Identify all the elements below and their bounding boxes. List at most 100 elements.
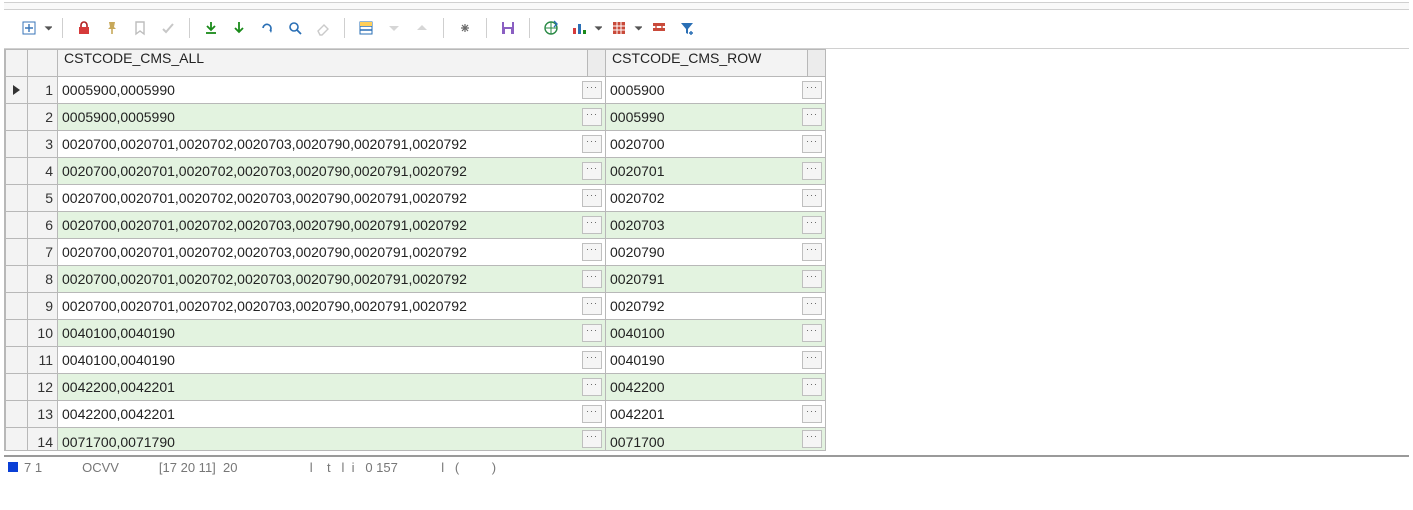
row-number[interactable]: 1 xyxy=(28,77,58,104)
row-number[interactable]: 9 xyxy=(28,293,58,320)
cell-row[interactable]: 0040100··· xyxy=(606,320,826,347)
cell-editor-button[interactable]: ··· xyxy=(582,351,602,369)
row-number[interactable]: 10 xyxy=(28,320,58,347)
cell-editor-button[interactable]: ··· xyxy=(802,216,822,234)
sort-handle[interactable] xyxy=(807,50,825,76)
cell-editor-button[interactable]: ··· xyxy=(582,108,602,126)
row-indicator[interactable] xyxy=(6,104,28,131)
cell-editor-button[interactable]: ··· xyxy=(802,430,822,448)
cell-editor-button[interactable]: ··· xyxy=(582,430,602,448)
table-row[interactable]: 50020700,0020701,0020702,0020703,0020790… xyxy=(6,185,826,212)
cell-editor-button[interactable]: ··· xyxy=(582,324,602,342)
cell-all[interactable]: 0071700,0071790··· xyxy=(58,428,606,451)
table-row[interactable]: 90020700,0020701,0020702,0020703,0020790… xyxy=(6,293,826,320)
row-indicator[interactable] xyxy=(6,266,28,293)
cell-all[interactable]: 0040100,0040190··· xyxy=(58,347,606,374)
pin-button[interactable] xyxy=(99,16,125,40)
export-button[interactable] xyxy=(538,16,564,40)
row-number[interactable]: 7 xyxy=(28,239,58,266)
row-indicator[interactable] xyxy=(6,401,28,428)
cell-editor-button[interactable]: ··· xyxy=(582,297,602,315)
table-row[interactable]: 100040100,0040190···0040100··· xyxy=(6,320,826,347)
cell-all[interactable]: 0020700,0020701,0020702,0020703,0020790,… xyxy=(58,158,606,185)
cell-all[interactable]: 0020700,0020701,0020702,0020703,0020790,… xyxy=(58,239,606,266)
cell-editor-button[interactable]: ··· xyxy=(582,162,602,180)
table-row[interactable]: 60020700,0020701,0020702,0020703,0020790… xyxy=(6,212,826,239)
row-indicator[interactable] xyxy=(6,185,28,212)
cell-row[interactable]: 0042200··· xyxy=(606,374,826,401)
chart-button[interactable] xyxy=(566,16,592,40)
cell-editor-button[interactable]: ··· xyxy=(802,297,822,315)
dropdown-caret-icon[interactable] xyxy=(632,20,642,36)
cell-all[interactable]: 0005900,0005990··· xyxy=(58,104,606,131)
row-number[interactable]: 2 xyxy=(28,104,58,131)
cell-editor-button[interactable]: ··· xyxy=(582,135,602,153)
table-row[interactable]: 120042200,0042201···0042200··· xyxy=(6,374,826,401)
row-number[interactable]: 4 xyxy=(28,158,58,185)
table-row[interactable]: 80020700,0020701,0020702,0020703,0020790… xyxy=(6,266,826,293)
fetch-page-button[interactable] xyxy=(226,16,252,40)
down-button[interactable] xyxy=(381,16,407,40)
lock-button[interactable] xyxy=(71,16,97,40)
bookmark-button[interactable] xyxy=(127,16,153,40)
cell-all[interactable]: 0040100,0040190··· xyxy=(58,320,606,347)
cell-all[interactable]: 0020700,0020701,0020702,0020703,0020790,… xyxy=(58,266,606,293)
cell-editor-button[interactable]: ··· xyxy=(802,324,822,342)
check-button[interactable] xyxy=(155,16,181,40)
query-builder-button[interactable] xyxy=(646,16,672,40)
cell-editor-button[interactable]: ··· xyxy=(582,81,602,99)
row-indicator[interactable] xyxy=(6,158,28,185)
save-button[interactable] xyxy=(495,16,521,40)
cell-row[interactable]: 0020791··· xyxy=(606,266,826,293)
row-indicator[interactable] xyxy=(6,347,28,374)
link-button[interactable] xyxy=(452,16,478,40)
cell-editor-button[interactable]: ··· xyxy=(802,81,822,99)
fetch-all-button[interactable] xyxy=(198,16,224,40)
column-header-row[interactable]: CSTCODE_CMS_ROW xyxy=(606,50,826,77)
cell-row[interactable]: 0042201··· xyxy=(606,401,826,428)
row-indicator[interactable] xyxy=(6,374,28,401)
cell-row[interactable]: 0020792··· xyxy=(606,293,826,320)
grid-options-button[interactable] xyxy=(606,16,632,40)
row-number[interactable]: 11 xyxy=(28,347,58,374)
cell-row[interactable]: 0005900··· xyxy=(606,77,826,104)
row-indicator[interactable] xyxy=(6,428,28,451)
row-indicator[interactable] xyxy=(6,131,28,158)
table-row[interactable]: 10005900,0005990···0005900··· xyxy=(6,77,826,104)
cell-row[interactable]: 0020701··· xyxy=(606,158,826,185)
column-header-all[interactable]: CSTCODE_CMS_ALL xyxy=(58,50,606,77)
find-button[interactable] xyxy=(282,16,308,40)
table-row[interactable]: 40020700,0020701,0020702,0020703,0020790… xyxy=(6,158,826,185)
cell-editor-button[interactable]: ··· xyxy=(802,243,822,261)
row-indicator[interactable] xyxy=(6,293,28,320)
row-number-header[interactable] xyxy=(28,50,58,77)
filter-button[interactable] xyxy=(674,16,700,40)
row-indicator[interactable] xyxy=(6,77,28,104)
refresh-button[interactable] xyxy=(254,16,280,40)
cell-editor-button[interactable]: ··· xyxy=(802,351,822,369)
cell-row[interactable]: 0020700··· xyxy=(606,131,826,158)
cell-editor-button[interactable]: ··· xyxy=(582,405,602,423)
row-indicator[interactable] xyxy=(6,212,28,239)
cell-editor-button[interactable]: ··· xyxy=(802,162,822,180)
row-indicator[interactable] xyxy=(6,320,28,347)
cell-all[interactable]: 0020700,0020701,0020702,0020703,0020790,… xyxy=(58,185,606,212)
table-row[interactable]: 130042200,0042201···0042201··· xyxy=(6,401,826,428)
cell-editor-button[interactable]: ··· xyxy=(802,135,822,153)
sort-handle[interactable] xyxy=(587,50,605,76)
cell-editor-button[interactable]: ··· xyxy=(582,189,602,207)
cell-editor-button[interactable]: ··· xyxy=(802,378,822,396)
row-number[interactable]: 3 xyxy=(28,131,58,158)
eraser-button[interactable] xyxy=(310,16,336,40)
table-row[interactable]: 110040100,0040190···0040190··· xyxy=(6,347,826,374)
row-number[interactable]: 6 xyxy=(28,212,58,239)
row-indicator-header[interactable] xyxy=(6,50,28,77)
cell-row[interactable]: 0020790··· xyxy=(606,239,826,266)
dropdown-caret-icon[interactable] xyxy=(42,20,52,36)
table-row[interactable]: 70020700,0020701,0020702,0020703,0020790… xyxy=(6,239,826,266)
cell-editor-button[interactable]: ··· xyxy=(582,270,602,288)
single-record-button[interactable] xyxy=(353,16,379,40)
table-row[interactable]: 140071700,0071790···0071700··· xyxy=(6,428,826,451)
cell-editor-button[interactable]: ··· xyxy=(802,108,822,126)
row-number[interactable]: 14 xyxy=(28,428,58,451)
